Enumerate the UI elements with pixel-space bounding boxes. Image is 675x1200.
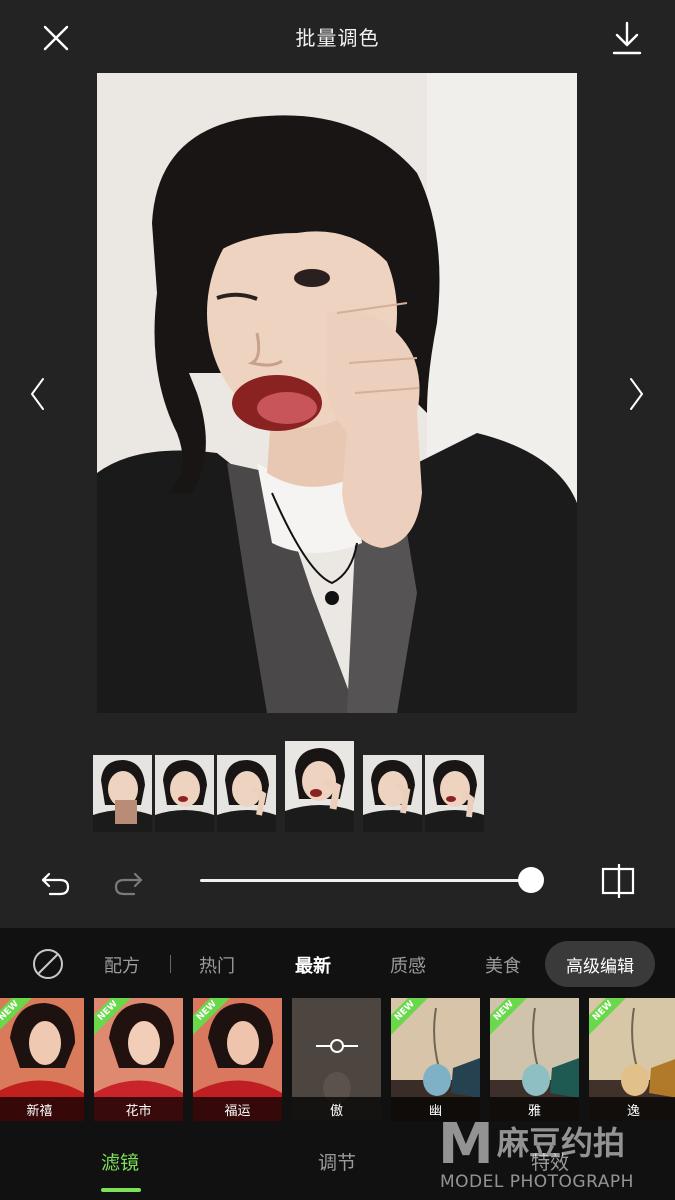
- portrait-image: [97, 73, 577, 713]
- main-photo[interactable]: [97, 73, 577, 713]
- slider-adjust-icon: [316, 1039, 358, 1053]
- filter-label: 花市: [94, 1097, 183, 1121]
- thumbnail-image: [285, 741, 354, 832]
- undo-button[interactable]: [36, 862, 76, 902]
- tab-peifang[interactable]: 配方: [104, 952, 140, 978]
- thumbnail-image: [93, 755, 152, 832]
- thumbnail-image: [363, 755, 422, 832]
- thumbnail[interactable]: [93, 755, 152, 832]
- compare-button[interactable]: [598, 860, 642, 902]
- tab-adjust[interactable]: 调节: [318, 1148, 356, 1175]
- chevron-right-icon: [630, 378, 643, 410]
- intensity-slider-handle[interactable]: [518, 867, 544, 893]
- next-photo-button[interactable]: [622, 372, 652, 416]
- filter-card[interactable]: NEW 幽: [391, 998, 480, 1121]
- tab-divider: [170, 955, 171, 973]
- chevron-left-icon: [31, 378, 44, 410]
- filter-label: 福运: [193, 1097, 282, 1121]
- advanced-edit-button[interactable]: 高级编辑: [545, 941, 655, 987]
- thumbnail[interactable]: [155, 755, 214, 832]
- page-title: 批量调色: [295, 26, 380, 50]
- thumbnail-image: [425, 755, 484, 832]
- filter-card[interactable]: NEW 新禧: [0, 998, 84, 1121]
- filter-card[interactable]: NEW 逸: [589, 998, 675, 1121]
- no-filter-button[interactable]: [28, 944, 68, 984]
- tab-meishi[interactable]: 美食: [485, 952, 521, 978]
- compare-icon: [601, 864, 635, 898]
- redo-button[interactable]: [108, 862, 148, 902]
- watermark-tagline: MODEL PHOTOGRAPH: [440, 1172, 634, 1192]
- thumbnail[interactable]: [217, 755, 276, 832]
- filter-label: 傲: [292, 1097, 381, 1121]
- filter-card[interactable]: NEW 福运: [193, 998, 282, 1121]
- top-bar: 批量调色: [0, 0, 675, 75]
- redo-icon: [114, 872, 143, 896]
- tab-remen[interactable]: 热门: [199, 952, 235, 978]
- prev-photo-button[interactable]: [22, 372, 52, 416]
- active-tab-indicator: [101, 1188, 141, 1192]
- thumbnail-image: [155, 755, 214, 832]
- download-icon: [612, 21, 642, 55]
- thumbnail-selected[interactable]: [285, 741, 354, 832]
- download-button[interactable]: [605, 16, 649, 60]
- filter-card[interactable]: NEW 雅: [490, 998, 579, 1121]
- filter-card[interactable]: NEW 花市: [94, 998, 183, 1121]
- watermark-brand: 麻豆约拍: [497, 1124, 626, 1162]
- filter-card-selected[interactable]: 傲: [292, 998, 381, 1121]
- tab-filters[interactable]: 滤镜: [101, 1148, 139, 1175]
- thumbnail-image: [217, 755, 276, 832]
- intensity-slider-track[interactable]: [200, 879, 533, 882]
- none-icon: [33, 949, 63, 979]
- undo-icon: [41, 872, 70, 896]
- filter-label: 新禧: [0, 1097, 84, 1121]
- thumbnail[interactable]: [363, 755, 422, 832]
- tab-zuixin[interactable]: 最新: [295, 952, 331, 978]
- watermark-logo: M: [438, 1112, 494, 1177]
- thumbnail[interactable]: [425, 755, 484, 832]
- tab-zhigan[interactable]: 质感: [390, 952, 426, 978]
